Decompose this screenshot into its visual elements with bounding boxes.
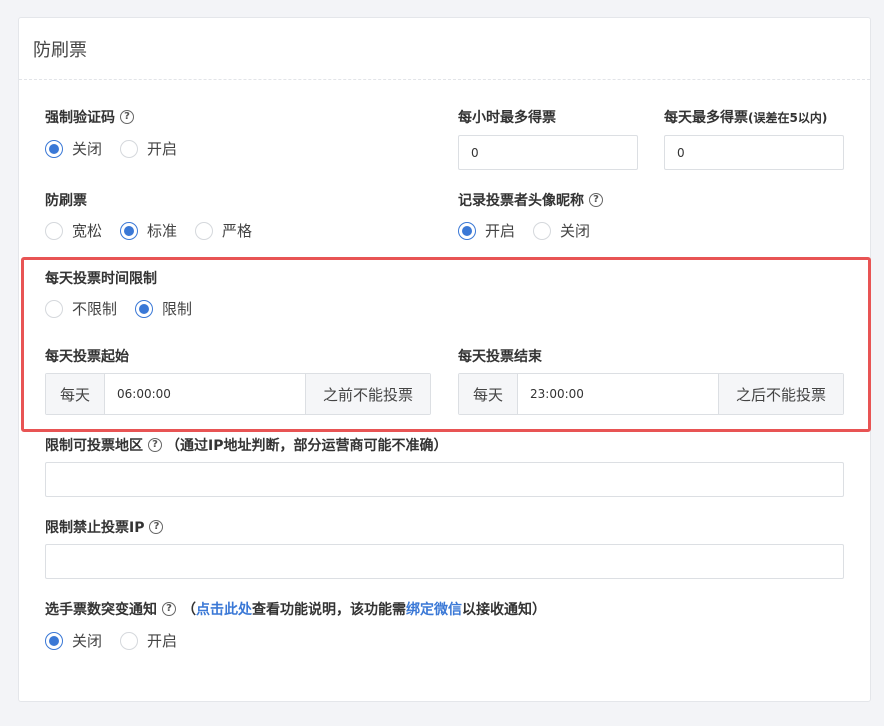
captcha-option-on[interactable]: 开启 — [120, 138, 177, 159]
ban-ip-label: 限制禁止投票IP ? — [45, 517, 164, 537]
time-limit-radio-group: 不限制 限制 — [45, 298, 210, 319]
panel-title: 防刷票 — [33, 39, 87, 61]
anti-brush-option-standard[interactable]: 标准 — [120, 220, 177, 241]
radio-unchecked-icon[interactable] — [45, 221, 63, 240]
radio-label: 标准 — [147, 222, 178, 240]
help-icon[interactable]: ? — [149, 520, 164, 534]
radio-label: 宽松 — [72, 222, 103, 240]
radio-checked-icon[interactable] — [120, 221, 139, 240]
radio-unchecked-icon[interactable] — [120, 139, 139, 158]
notify-option-on[interactable]: 开启 — [120, 630, 177, 651]
panel-header: 防刷票 — [19, 18, 870, 80]
radio-label: 开启 — [485, 222, 516, 240]
notify-label: 选手票数突变通知 ? （点击此处 查看功能说明，该功能需 绑定微信 以接收通知） — [45, 599, 546, 619]
radio-checked-icon[interactable] — [135, 299, 154, 318]
end-time-input[interactable]: 23:00:00 — [518, 374, 718, 414]
hourly-max-label: 每小时最多得票 — [458, 107, 556, 127]
radio-checked-icon[interactable] — [45, 631, 63, 650]
daily-max-label-text: 每天最多得票 — [664, 110, 748, 126]
bind-wechat-link[interactable]: 绑定微信 — [406, 599, 462, 619]
notify-note-mid: 查看功能说明，该功能需 — [252, 602, 406, 618]
help-icon[interactable]: ? — [589, 193, 603, 207]
region-note: （通过IP地址判断，部分运营商可能不准确） — [166, 438, 448, 454]
daily-max-label: 每天最多得票 (误差在5以内) — [664, 107, 827, 127]
radio-label: 关闭 — [72, 140, 103, 158]
notify-option-off[interactable]: 关闭 — [45, 630, 102, 651]
record-avatar-option-off[interactable]: 关闭 — [533, 220, 590, 241]
hourly-max-label-text: 每小时最多得票 — [458, 110, 556, 126]
record-avatar-radio-group: 开启 关闭 — [458, 220, 608, 241]
region-input[interactable] — [45, 462, 844, 497]
record-avatar-label: 记录投票者头像昵称 ? — [458, 190, 603, 210]
record-avatar-option-on[interactable]: 开启 — [458, 220, 515, 241]
hourly-max-input[interactable]: 0 — [458, 135, 638, 170]
time-limit-label: 每天投票时间限制 — [45, 268, 157, 288]
radio-checked-icon[interactable] — [45, 139, 63, 158]
radio-checked-icon[interactable] — [458, 221, 476, 240]
start-time-group: 每天 06:00:00 之前不能投票 — [45, 373, 431, 415]
radio-label: 限制 — [162, 300, 193, 318]
click-here-link[interactable]: 点击此处 — [196, 599, 252, 619]
captcha-option-off[interactable]: 关闭 — [45, 138, 102, 159]
region-label-text: 限制可投票地区 — [45, 438, 143, 454]
anti-brush-label-text: 防刷票 — [45, 193, 87, 209]
radio-label: 不限制 — [72, 300, 118, 318]
radio-unchecked-icon[interactable] — [533, 221, 552, 240]
start-time-input[interactable]: 06:00:00 — [105, 374, 305, 414]
notify-label-text: 选手票数突变通知 — [45, 602, 157, 618]
radio-label: 严格 — [222, 222, 253, 240]
region-label: 限制可投票地区 ? （通过IP地址判断，部分运营商可能不准确） — [45, 435, 447, 455]
ban-ip-label-text: 限制禁止投票IP — [45, 520, 145, 536]
captcha-label: 强制验证码 ? — [45, 107, 134, 127]
anti-brush-option-loose[interactable]: 宽松 — [45, 220, 102, 241]
help-icon[interactable]: ? — [162, 602, 176, 616]
notify-note-close: 以接收通知） — [462, 602, 546, 618]
time-limit-label-text: 每天投票时间限制 — [45, 271, 157, 287]
captcha-label-text: 强制验证码 — [45, 110, 115, 126]
help-icon[interactable]: ? — [148, 438, 162, 452]
radio-unchecked-icon[interactable] — [195, 221, 214, 240]
time-limit-option-none[interactable]: 不限制 — [45, 298, 117, 319]
anti-brush-radio-group: 宽松 标准 严格 — [45, 220, 270, 241]
radio-label: 关闭 — [560, 222, 591, 240]
notify-radio-group: 关闭 开启 — [45, 630, 195, 651]
captcha-radio-group: 关闭 开启 — [45, 138, 195, 159]
record-avatar-label-text: 记录投票者头像昵称 — [458, 193, 584, 209]
radio-unchecked-icon[interactable] — [120, 631, 139, 650]
daily-max-note: (误差在5以内) — [748, 110, 828, 125]
start-time-label-text: 每天投票起始 — [45, 349, 129, 365]
radio-label: 开启 — [147, 632, 178, 650]
notify-note-open: （ — [182, 602, 196, 618]
ban-ip-input[interactable] — [45, 544, 844, 579]
end-suffix: 之后不能投票 — [718, 374, 843, 414]
start-prefix: 每天 — [46, 374, 105, 414]
end-time-group: 每天 23:00:00 之后不能投票 — [458, 373, 844, 415]
help-icon[interactable]: ? — [120, 110, 134, 124]
anti-brush-option-strict[interactable]: 严格 — [195, 220, 252, 241]
start-time-label: 每天投票起始 — [45, 346, 129, 366]
end-time-label: 每天投票结束 — [458, 346, 542, 366]
end-prefix: 每天 — [459, 374, 518, 414]
anti-brush-label: 防刷票 — [45, 190, 87, 210]
daily-max-input[interactable]: 0 — [664, 135, 844, 170]
time-limit-option-limit[interactable]: 限制 — [135, 298, 192, 319]
radio-label: 开启 — [147, 140, 178, 158]
radio-unchecked-icon[interactable] — [45, 299, 63, 318]
end-time-label-text: 每天投票结束 — [458, 349, 542, 365]
radio-label: 关闭 — [72, 632, 103, 650]
start-suffix: 之前不能投票 — [305, 374, 430, 414]
